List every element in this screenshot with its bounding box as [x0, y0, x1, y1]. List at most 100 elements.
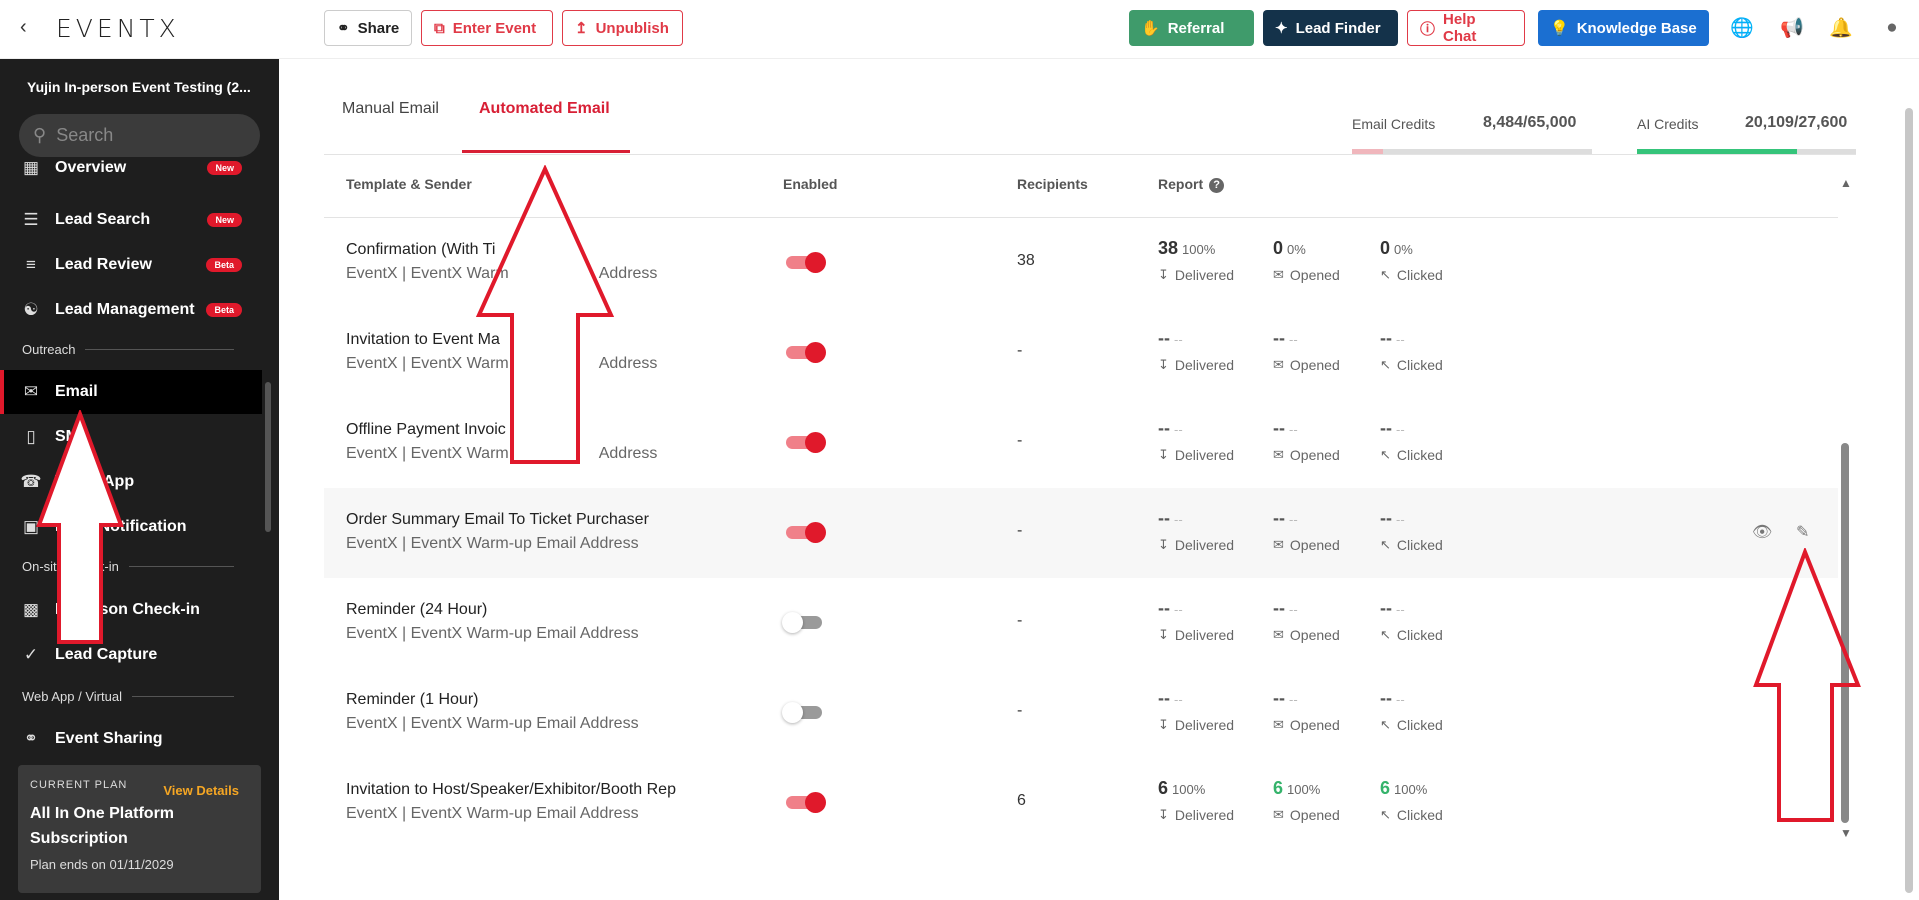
opened-icon: ✉	[1273, 627, 1284, 642]
preview-eye-icon[interactable]: 👁	[1752, 522, 1772, 542]
table-row[interactable]: Order Summary Email To Ticket Purchaser E…	[324, 488, 1838, 578]
report-stat-opened: -- -- ✉ Opened	[1273, 598, 1340, 643]
enabled-toggle[interactable]	[784, 792, 826, 813]
enabled-toggle[interactable]	[782, 702, 824, 723]
back-chevron-icon[interactable]: ‹	[20, 16, 27, 39]
sidebar-item-lead-search[interactable]: ☰ Lead Search New	[0, 198, 262, 242]
help-icon[interactable]: ?	[1209, 177, 1225, 193]
globe-icon[interactable]: 🌐	[1730, 16, 1754, 40]
tab-manual-email[interactable]: Manual Email	[342, 100, 439, 118]
lightbulb-icon: 💡	[1550, 20, 1569, 37]
col-recipients: Recipients	[1017, 176, 1088, 192]
scroll-down-icon[interactable]: ▼	[1840, 826, 1852, 840]
capture-icon: ✓	[23, 645, 39, 664]
report-stat-delivered: 6 100% ↧ Delivered	[1158, 778, 1235, 823]
beta-badge: Beta	[206, 303, 242, 317]
edit-pencil-icon[interactable]: ✎	[1796, 522, 1809, 542]
external-link-icon: ⧉	[434, 19, 445, 37]
share-icon: ⚭	[23, 729, 39, 748]
template-name: Confirmation (With Ti	[346, 241, 496, 258]
sidebar-item-lead-management[interactable]: ☯ Lead Management Beta	[0, 288, 262, 332]
table-row[interactable]: Confirmation (With Ti EventX | EventX War…	[324, 218, 1838, 308]
eventx-logo[interactable]: EVENTX	[56, 14, 180, 43]
report-stat-clicked: -- -- ↖ Clicked	[1380, 418, 1443, 463]
template-name: Reminder (1 Hour)	[346, 691, 479, 708]
email-tabs: Manual Email Automated Email Email Credi…	[324, 60, 1856, 155]
user-avatar-icon[interactable]: ●	[1880, 16, 1904, 40]
sidebar-item-lead-capture[interactable]: ✓ Lead Capture	[0, 633, 262, 677]
sidebar-item-in-person-check-in[interactable]: ▩ In-person Check-in	[0, 588, 262, 632]
enabled-toggle[interactable]	[784, 252, 826, 273]
table-scrollbar[interactable]	[1841, 443, 1849, 823]
opened-icon: ✉	[1273, 717, 1284, 732]
enabled-toggle[interactable]	[784, 522, 826, 543]
enter-event-button[interactable]: ⧉ Enter Event	[421, 10, 553, 46]
event-name[interactable]: Yujin In-person Event Testing (2...	[27, 79, 251, 95]
share-button[interactable]: ⚭ Share	[324, 10, 412, 46]
delivered-icon: ↧	[1158, 267, 1169, 282]
report-stat-clicked: 0 0% ↖ Clicked	[1380, 238, 1443, 283]
sidebar-item-lead-review[interactable]: ≡ Lead Review Beta	[0, 243, 262, 287]
sidebar-search-input[interactable]: ⚲ Search	[19, 114, 260, 157]
referral-button[interactable]: ✋ Referral	[1129, 10, 1254, 46]
email-credits-label: Email Credits	[1352, 116, 1436, 132]
report-stat-clicked: -- -- ↖ Clicked	[1380, 688, 1443, 733]
col-report: Report?	[1158, 176, 1225, 193]
sidebar-item-push-notification[interactable]: ▣ Push Notification	[0, 505, 262, 549]
view-details-link[interactable]: View Details	[163, 783, 239, 798]
question-icon: ⓘ	[1420, 20, 1436, 38]
sender-name: EventX | EventX Warm-up Email Address	[346, 625, 639, 642]
lead-finder-button[interactable]: ✦ Lead Finder	[1263, 10, 1398, 46]
scroll-up-icon[interactable]: ▲	[1840, 176, 1852, 190]
unpublish-button[interactable]: ↥ Unpublish	[562, 10, 683, 46]
sidebar-item-sms[interactable]: ▯ SMS	[0, 415, 262, 459]
megaphone-icon[interactable]: 📢	[1780, 16, 1804, 40]
table-row[interactable]: Invitation to Event Ma EventX | EventX Wa…	[324, 308, 1838, 398]
whatsapp-icon: ☎	[20, 472, 42, 491]
report-stat-opened: 6 100% ✉ Opened	[1273, 778, 1340, 823]
table-row[interactable]: Offline Payment Invoic EventX | EventX Wa…	[324, 398, 1838, 488]
clicked-icon: ↖	[1380, 267, 1391, 282]
delivered-icon: ↧	[1158, 537, 1169, 552]
sender-name: EventX | EventX Warm Address	[346, 445, 658, 462]
email-credits-value: 8,484/65,000	[1483, 114, 1577, 131]
enabled-toggle[interactable]	[784, 342, 826, 363]
sidebar-item-event-sharing[interactable]: ⚭ Event Sharing	[0, 717, 262, 761]
sidebar-item-email[interactable]: ✉ Email	[0, 370, 262, 414]
clicked-icon: ↖	[1380, 447, 1391, 462]
report-stat-clicked: -- -- ↖ Clicked	[1380, 598, 1443, 643]
search-list-icon: ☰	[23, 210, 39, 229]
sidebar-item-overview[interactable]: ▦ Overview New	[0, 153, 262, 183]
report-stat-clicked: 6 100% ↖ Clicked	[1380, 778, 1443, 823]
table-row[interactable]: Invitation to Host/Speaker/Exhibitor/Boo…	[324, 758, 1838, 848]
sidebar-item-whatsapp[interactable]: ☎ WhatsApp	[0, 460, 262, 504]
grid-icon: ▦	[22, 158, 40, 177]
clicked-icon: ↖	[1380, 717, 1391, 732]
table-row[interactable]: Reminder (24 Hour) EventX | EventX Warm-u…	[324, 578, 1838, 668]
bell-icon[interactable]: 🔔	[1829, 16, 1853, 40]
report-stat-delivered: -- -- ↧ Delivered	[1158, 688, 1235, 733]
recipients-count: -	[1017, 702, 1023, 719]
sidebar-scrollbar[interactable]	[265, 382, 271, 532]
email-credits-bar	[1352, 149, 1592, 154]
enabled-toggle[interactable]	[782, 612, 824, 633]
page-scrollbar[interactable]	[1905, 108, 1913, 893]
clicked-icon: ↖	[1380, 537, 1391, 552]
plan-end-date: Plan ends on 01/11/2029	[30, 857, 174, 872]
tab-automated-email[interactable]: Automated Email	[479, 100, 610, 118]
sender-name: EventX | EventX Warm Address	[346, 355, 658, 372]
report-stat-opened: -- -- ✉ Opened	[1273, 418, 1340, 463]
sender-name: EventX | EventX Warm-up Email Address	[346, 805, 639, 822]
report-stat-delivered: -- -- ↧ Delivered	[1158, 418, 1235, 463]
notification-icon: ▣	[22, 517, 40, 536]
plan-name: All In One Platform Subscription	[30, 805, 175, 847]
top-bar: ‹ EVENTX ⚭ Share ⧉ Enter Event ↥ Unpublish …	[0, 0, 1919, 59]
qr-code-icon: ▩	[22, 600, 40, 619]
enabled-toggle[interactable]	[784, 432, 826, 453]
table-row[interactable]: Reminder (1 Hour) EventX | EventX Warm-up…	[324, 668, 1838, 758]
section-outreach: Outreach	[22, 342, 234, 357]
knowledge-base-button[interactable]: 💡 Knowledge Base	[1538, 10, 1709, 46]
sender-name: EventX | EventX Warm-up Email Address	[346, 535, 639, 552]
help-chat-button[interactable]: ⓘ Help Chat	[1407, 10, 1525, 46]
clicked-icon: ↖	[1380, 627, 1391, 642]
